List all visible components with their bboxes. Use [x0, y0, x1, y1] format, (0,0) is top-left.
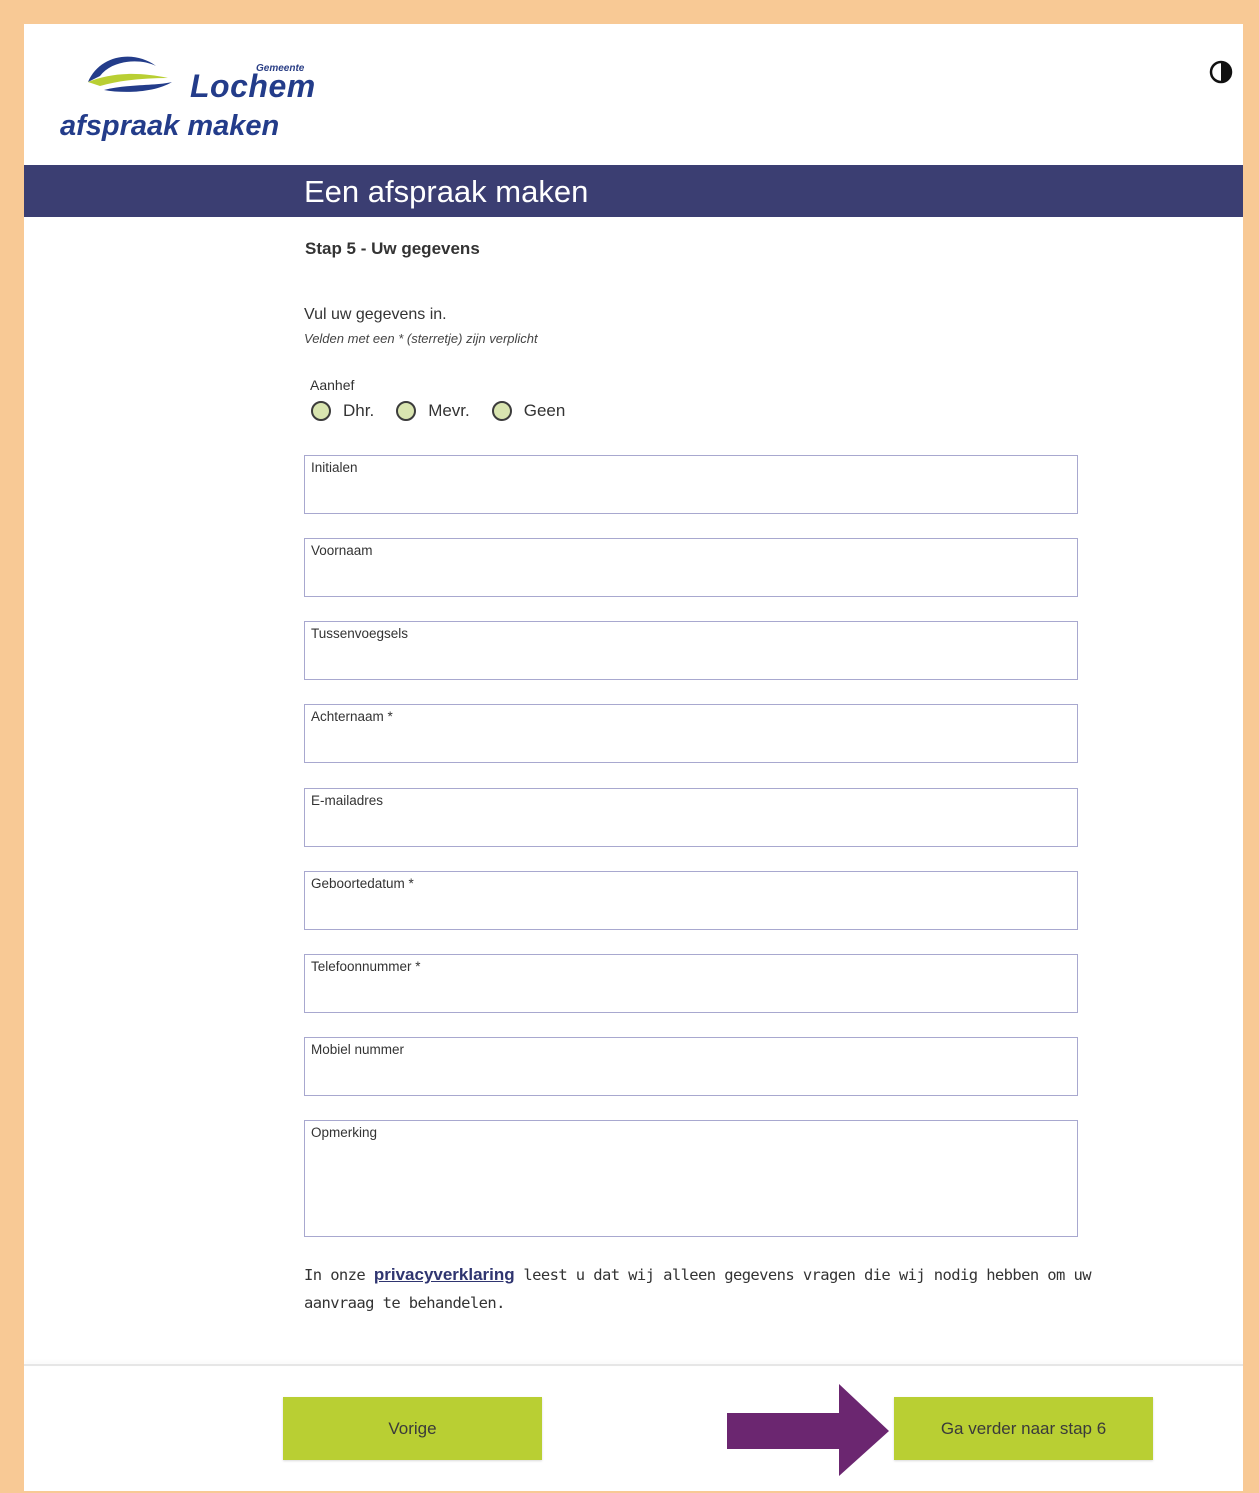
infix-input[interactable] — [311, 649, 1071, 673]
phone-label: Telefoonnummer * — [311, 959, 421, 974]
phone-field[interactable]: Telefoonnummer * — [304, 954, 1078, 1013]
radio-circle[interactable] — [311, 401, 331, 421]
radio-label: Geen — [523, 401, 566, 420]
title-banner: Een afspraak maken — [24, 165, 1243, 217]
remark-field[interactable]: Opmerking — [304, 1120, 1078, 1237]
radio-mevr[interactable]: Mevr. — [396, 401, 470, 421]
arrow-right-icon — [727, 1384, 889, 1476]
remark-label: Opmerking — [311, 1125, 378, 1140]
email-label: E-mailadres — [311, 793, 384, 808]
last-name-field[interactable]: Achternaam * — [304, 704, 1078, 763]
radio-geen[interactable]: Geen — [491, 401, 566, 421]
form-intro: Vul uw gegevens in. — [304, 306, 447, 323]
step-title: Stap 5 - Uw gegevens — [305, 239, 480, 258]
salutation-label: Aanhef — [310, 377, 355, 393]
first-name-label: Voornaam — [311, 543, 373, 558]
mobile-label: Mobiel nummer — [311, 1042, 405, 1057]
logo-subtitle: afspraak maken — [60, 110, 280, 142]
radio-label: Dhr. — [343, 401, 375, 420]
initials-field[interactable]: Initialen — [304, 455, 1078, 514]
phone-input[interactable] — [311, 982, 1071, 1006]
salutation-radio-group: Dhr. Mevr. Geen — [311, 401, 587, 421]
birthdate-label: Geboortedatum * — [311, 876, 414, 891]
initials-input[interactable] — [311, 483, 1071, 507]
mobile-input[interactable] — [311, 1065, 1071, 1089]
infix-field[interactable]: Tussenvoegsels — [304, 621, 1078, 680]
lochem-logo[interactable]: Gemeente Lochem afspraak maken — [60, 42, 320, 152]
mobile-field[interactable]: Mobiel nummer — [304, 1037, 1078, 1096]
first-name-field[interactable]: Voornaam — [304, 538, 1078, 597]
email-input[interactable] — [311, 816, 1071, 840]
page-title: Een afspraak maken — [304, 174, 589, 209]
footer-divider — [24, 1364, 1243, 1366]
radio-circle[interactable] — [491, 401, 512, 421]
logo-lochem-text: Lochem — [190, 68, 316, 104]
privacy-link[interactable]: privacyverklaring — [374, 1265, 515, 1284]
email-field[interactable]: E-mailadres — [304, 788, 1078, 847]
logo-swoosh-icon — [88, 56, 172, 92]
required-note: Velden met een * (sterretje) zijn verpli… — [304, 331, 538, 346]
birthdate-field[interactable]: Geboortedatum * — [304, 871, 1078, 930]
last-name-label: Achternaam * — [311, 709, 393, 724]
previous-button[interactable]: Vorige — [283, 1397, 542, 1460]
initials-label: Initialen — [311, 460, 358, 475]
radio-circle[interactable] — [396, 401, 417, 421]
page-frame: Gemeente Lochem afspraak maken Een afspr… — [24, 24, 1243, 1491]
last-name-input[interactable] — [311, 732, 1071, 756]
first-name-input[interactable] — [311, 566, 1071, 590]
privacy-prefix: In onze — [304, 1266, 374, 1284]
radio-dhr[interactable]: Dhr. — [311, 401, 374, 421]
birthdate-input[interactable] — [311, 899, 1071, 923]
contrast-icon[interactable] — [1209, 60, 1233, 84]
radio-label: Mevr. — [428, 401, 470, 420]
next-step-button[interactable]: Ga verder naar stap 6 — [894, 1397, 1153, 1460]
remark-textarea[interactable] — [311, 1147, 1071, 1230]
infix-label: Tussenvoegsels — [311, 626, 409, 641]
privacy-text: In onze privacyverklaring leest u dat wi… — [304, 1261, 1104, 1317]
